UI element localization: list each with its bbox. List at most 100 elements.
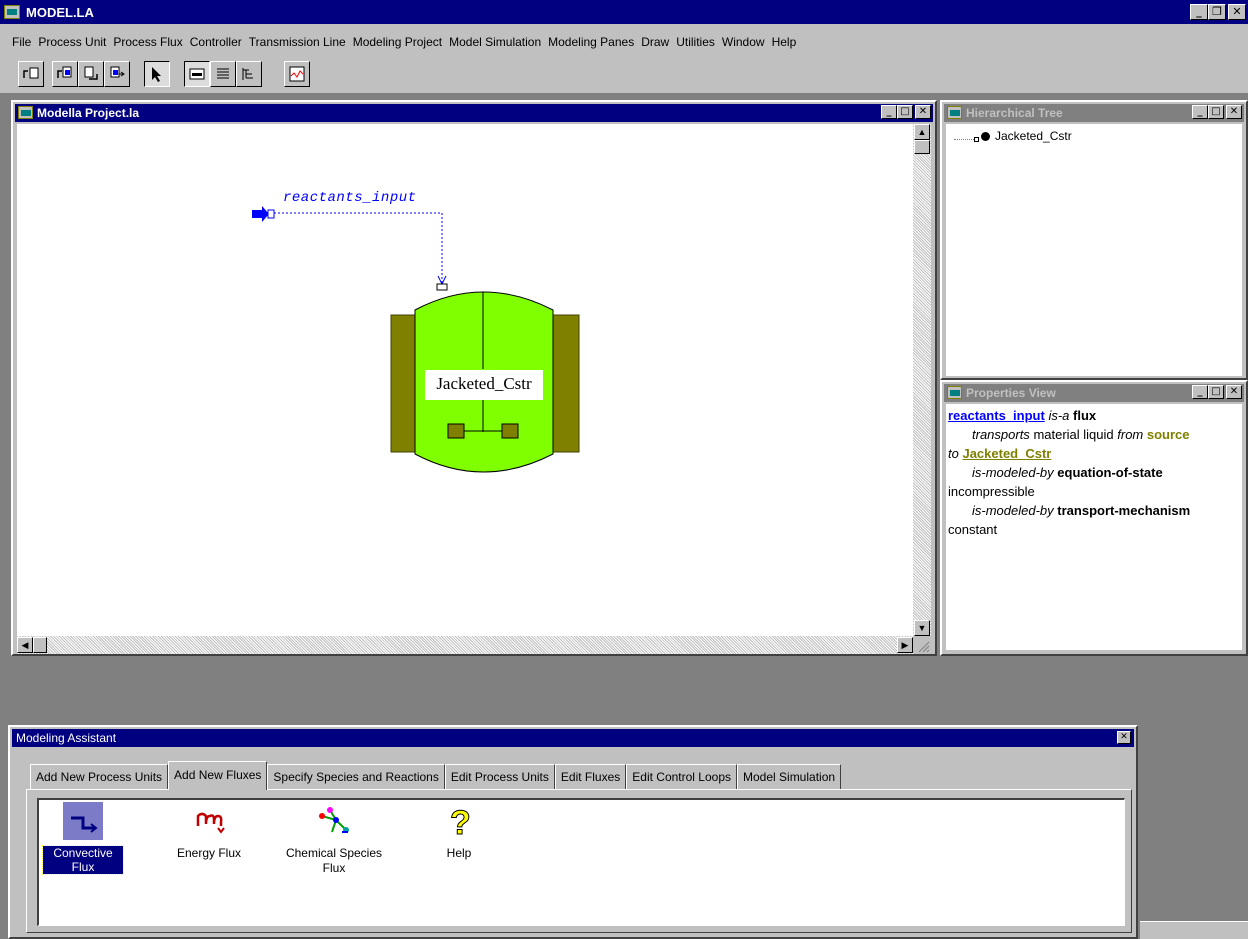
help-tool[interactable]: ? Help [429,802,489,861]
pointer-icon [152,67,161,82]
horizontal-scrollbar[interactable]: ◀ ▶ [17,636,913,654]
minimize-icon[interactable]: _ [1190,4,1208,20]
energy-flux-icon [189,802,229,840]
menu-window[interactable]: Window [722,35,765,49]
minimize-icon[interactable]: _ [881,105,897,119]
scroll-up-icon[interactable]: ▲ [914,124,930,140]
agitator-blade-right [501,423,519,439]
flux-connector-line[interactable] [274,212,443,284]
close-icon[interactable]: ✕ [915,105,931,119]
tab-model-simulation[interactable]: Model Simulation [737,764,842,790]
close-icon[interactable]: ✕ [1117,731,1131,744]
jacket-left[interactable] [390,314,418,453]
tab-edit-control-loops[interactable]: Edit Control Loops [626,764,737,790]
prop-value-2: constant [948,522,998,537]
close-icon[interactable]: ✕ [1226,385,1242,399]
scroll-down-icon[interactable]: ▼ [914,620,930,636]
select-tool-button[interactable] [144,61,170,87]
chemical-species-flux-label: Chemical Species Flux [285,846,383,875]
tree-window-icon [947,106,962,119]
scroll-thumb-h[interactable] [33,637,47,653]
prop-transports: transports [972,427,1030,442]
menu-process-unit[interactable]: Process Unit [38,35,106,49]
chemical-species-flux-tool[interactable]: Chemical Species Flux [284,802,384,876]
scroll-right-icon[interactable]: ▶ [897,637,913,653]
maximize-icon[interactable]: □ [897,105,913,119]
scroll-thumb[interactable] [914,140,930,154]
unit-label[interactable]: Jacketed_Cstr [425,374,543,394]
app-icon [4,5,20,19]
menu-file[interactable]: File [12,35,31,49]
scroll-left-icon[interactable]: ◀ [17,637,33,653]
prop-target-link[interactable]: Jacketed_Cstr [962,446,1051,461]
properties-window-title: Properties View [966,386,1056,400]
open-project-icon [57,66,72,78]
menu-transmission-line[interactable]: Transmission Line [249,35,346,49]
flux-label[interactable]: reactants_input [283,190,417,206]
save-project-icon [84,66,98,80]
tab-edit-fluxes[interactable]: Edit Fluxes [554,764,627,790]
tree-panel: Jacketed_Cstr [946,124,1242,376]
close-icon[interactable]: ✕ [1228,4,1246,20]
convective-flux-icon [63,802,103,840]
help-icon: ? [439,802,479,843]
minimize-icon[interactable]: _ [1192,105,1208,119]
menu-process-flux[interactable]: Process Flux [113,35,182,49]
menu-modeling-panes[interactable]: Modeling Panes [548,35,634,49]
prop-source: source [1146,427,1190,442]
tree-connector [954,139,974,140]
help-label: Help [446,846,472,860]
restore-icon[interactable]: ❐ [1208,4,1226,20]
tree-item-root[interactable]: Jacketed_Cstr [995,129,1072,143]
inlet-port[interactable] [436,283,448,291]
size-grip[interactable] [913,636,931,654]
vertical-scrollbar[interactable]: ▲ ▼ [913,124,931,636]
maximize-icon[interactable]: □ [1208,105,1224,119]
save-project-button[interactable] [78,61,104,87]
prop-model-2: transport-mechanism [1057,503,1191,518]
export-button[interactable] [104,61,130,87]
assistant-titlebar: Modeling Assistant ✕ [12,729,1134,747]
menu-utilities[interactable]: Utilities [676,35,715,49]
prop-from: from [1117,427,1144,442]
tree-window-title: Hierarchical Tree [966,106,1063,120]
tab-add-process-units[interactable]: Add New Process Units [30,764,169,790]
minimize-icon[interactable]: _ [1192,385,1208,399]
prop-type: flux [1073,408,1097,423]
prop-subject-link[interactable]: reactants_input [948,408,1045,423]
tab-species-reactions[interactable]: Specify Species and Reactions [267,764,445,790]
menu-modeling-project[interactable]: Modeling Project [353,35,442,49]
tree-window: Hierarchical Tree _ □ ✕ Jacketed_Cstr [940,100,1248,380]
tab-add-fluxes[interactable]: Add New Fluxes [168,761,268,790]
diagram-canvas[interactable]: reactants_input Jacketed_Cstr [17,124,913,636]
prop-to: to [948,446,959,461]
tab-edit-process-units[interactable]: Edit Process Units [444,764,555,790]
tree-icon [242,68,253,80]
jacket-right[interactable] [552,314,580,453]
tree-view-button[interactable] [236,61,262,87]
diagram-view-button[interactable] [184,61,210,87]
properties-view-button[interactable] [210,61,236,87]
open-project-button[interactable] [52,61,78,87]
menu-model-simulation[interactable]: Model Simulation [449,35,541,49]
energy-flux-tool[interactable]: Energy Flux [169,802,249,860]
tree-expand-icon[interactable] [974,137,979,142]
maximize-icon[interactable]: □ [1208,385,1224,399]
new-project-button[interactable] [18,61,44,87]
menu-controller[interactable]: Controller [190,35,242,49]
close-icon[interactable]: ✕ [1226,105,1242,119]
convective-flux-tool[interactable]: Convective Flux [42,802,124,875]
window-controls: _ ❐ ✕ [1190,4,1246,20]
prop-value-1: incompressible [948,484,1035,499]
prop-is-a: is-a [1048,408,1070,423]
flux-source-icon[interactable] [252,206,275,222]
modeling-assistant: Modeling Assistant ✕ Add New Process Uni… [8,725,1138,939]
menu-draw[interactable]: Draw [641,35,669,49]
new-project-icon [23,67,39,79]
simulation-plot-button[interactable] [284,61,310,87]
menu-help[interactable]: Help [772,35,797,49]
project-window-icon [18,106,33,119]
prop-model-1: equation-of-state [1057,465,1163,480]
agitator-blade-left [447,423,465,439]
assistant-title: Modeling Assistant [16,731,117,745]
